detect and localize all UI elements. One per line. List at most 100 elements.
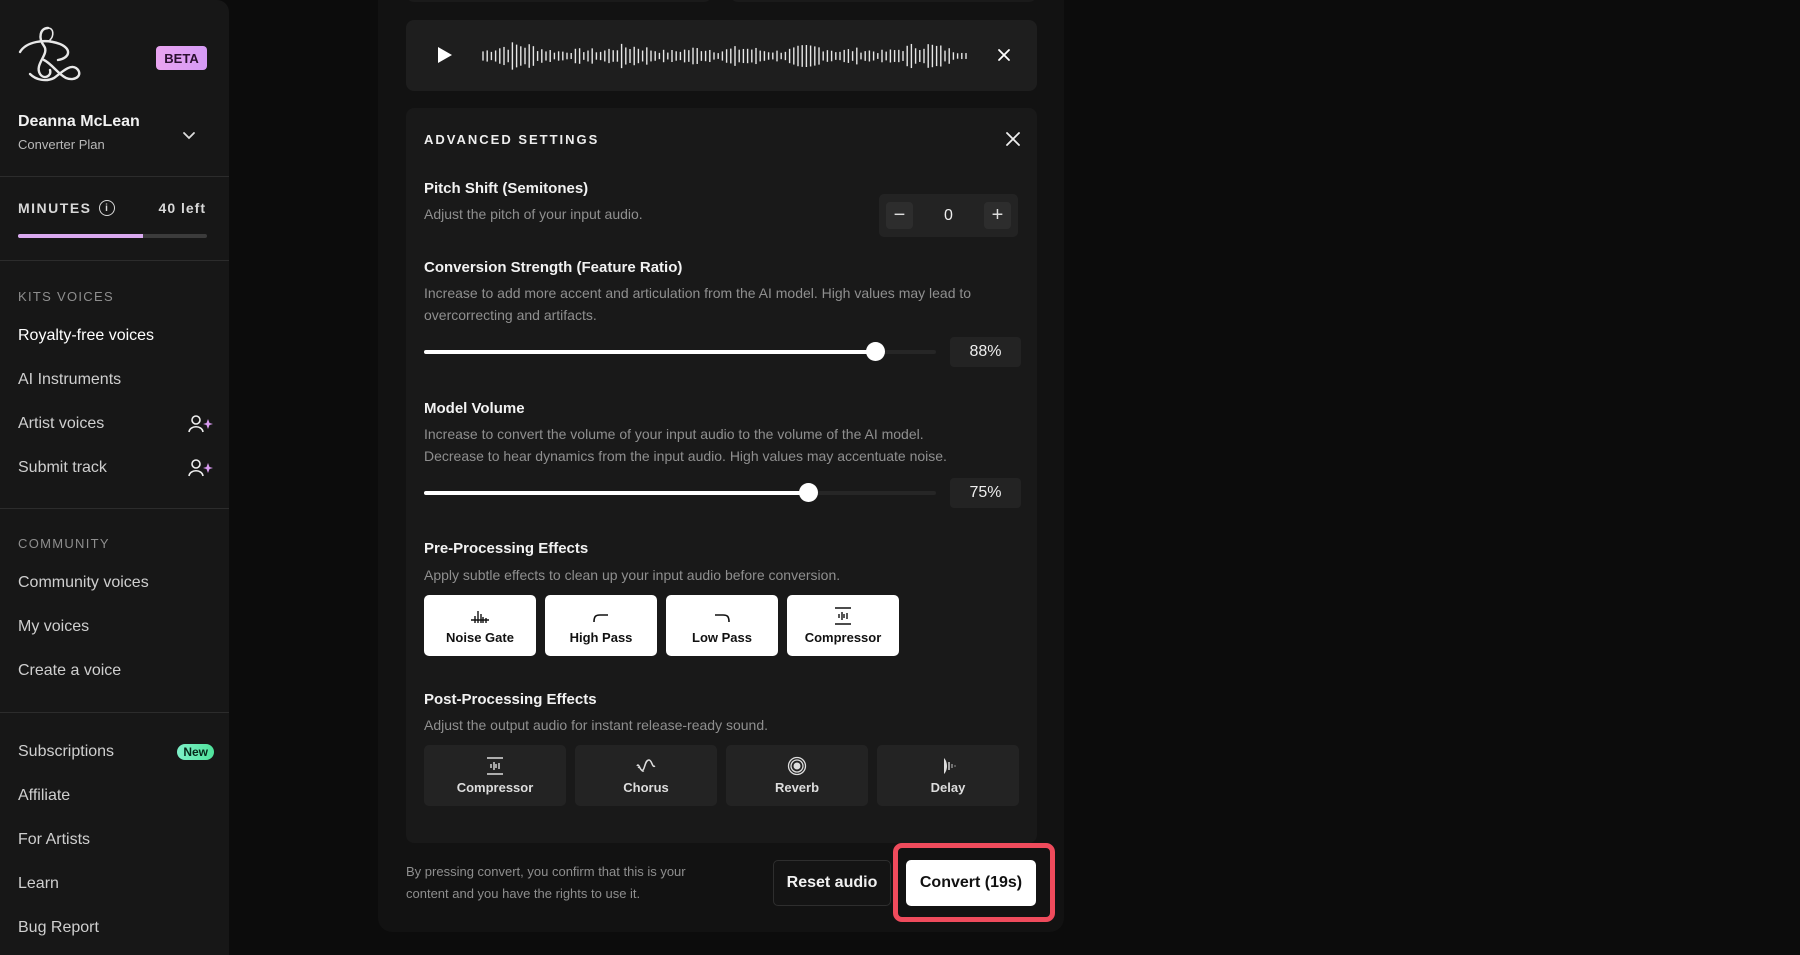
sidebar-item-label: Create a voice xyxy=(18,662,122,679)
pitch-shift-stepper: − 0 + xyxy=(879,194,1018,237)
effect-delay-button[interactable]: Delay xyxy=(877,745,1019,806)
slider-thumb[interactable] xyxy=(865,342,885,361)
upload-card-partial xyxy=(730,0,1037,2)
section-label-community: COMMUNITY xyxy=(18,536,110,551)
post-processing-desc: Adjust the output audio for instant rele… xyxy=(424,717,768,733)
divider xyxy=(0,260,229,261)
info-icon[interactable]: i xyxy=(98,200,115,216)
sidebar: BETA Deanna McLean Converter Plan MINUTE… xyxy=(0,0,229,955)
reset-audio-button[interactable]: Reset audio xyxy=(773,860,891,906)
noise-gate-icon xyxy=(471,611,489,623)
sidebar-item-label: AI Instruments xyxy=(18,371,122,388)
pitch-shift-title: Pitch Shift (Semitones) xyxy=(424,180,589,197)
effect-high-pass-button[interactable]: High Pass xyxy=(545,595,657,656)
sidebar-item-artist-voices[interactable]: Artist voices xyxy=(18,410,214,438)
converter-panel: ADVANCED SETTINGS Pitch Shift (Semitones… xyxy=(378,0,1064,932)
sidebar-item-for-artists[interactable]: For Artists xyxy=(18,826,214,854)
rights-disclaimer: By pressing convert, you confirm that th… xyxy=(406,864,686,901)
sidebar-item-affiliate[interactable]: Affiliate xyxy=(18,782,214,810)
reverb-icon xyxy=(787,756,807,776)
pre-processing-effects: Noise Gate High Pass Low Pass Compressor xyxy=(424,595,899,656)
effect-label: High Pass xyxy=(569,630,633,645)
sidebar-item-royalty-free-voices[interactable]: Royalty-free voices xyxy=(18,322,214,350)
audio-player xyxy=(406,20,1037,91)
new-badge: New xyxy=(177,744,214,760)
minutes-progress-bar xyxy=(18,234,207,238)
pre-processing-desc: Apply subtle effects to clean up your in… xyxy=(424,567,841,583)
compressor-icon xyxy=(835,607,851,625)
delay-icon xyxy=(944,758,956,774)
chevron-down-icon[interactable] xyxy=(180,126,198,144)
sidebar-item-learn[interactable]: Learn xyxy=(18,870,214,898)
waveform[interactable] xyxy=(481,36,969,76)
effect-reverb-button[interactable]: Reverb xyxy=(726,745,868,806)
model-volume-desc-1: Increase to convert the volume of your i… xyxy=(424,426,924,442)
close-icon[interactable] xyxy=(996,47,1012,63)
sidebar-item-community-voices[interactable]: Community voices xyxy=(18,569,214,597)
compressor-icon xyxy=(487,757,503,775)
minutes-label: MINUTES i xyxy=(18,200,115,216)
slider-thumb[interactable] xyxy=(799,483,818,502)
conversion-strength-title: Conversion Strength (Feature Ratio) xyxy=(424,259,683,276)
play-icon[interactable] xyxy=(434,45,454,65)
sidebar-item-my-voices[interactable]: My voices xyxy=(18,613,214,641)
effect-label: Delay xyxy=(930,780,966,795)
section-label-kits-voices: KITS VOICES xyxy=(18,289,114,304)
sidebar-item-label: Royalty-free voices xyxy=(18,327,155,344)
conversion-strength-value[interactable]: 88% xyxy=(950,337,1021,367)
sidebar-item-submit-track[interactable]: Submit track xyxy=(18,454,214,482)
low-pass-icon xyxy=(715,614,730,623)
sidebar-item-label: Community voices xyxy=(18,574,149,591)
beta-badge: BETA xyxy=(156,46,207,70)
effect-compressor-button[interactable]: Compressor xyxy=(787,595,899,656)
effect-label: Compressor xyxy=(456,780,534,795)
user-plan: Converter Plan xyxy=(18,137,105,152)
pitch-shift-value[interactable]: 0 xyxy=(944,207,953,225)
effect-label: Noise Gate xyxy=(446,630,514,645)
pre-processing-title: Pre-Processing Effects xyxy=(424,540,589,557)
sidebar-item-label: My voices xyxy=(18,618,90,635)
sidebar-item-bug-report[interactable]: Bug Report xyxy=(18,914,214,942)
conversion-strength-desc: Increase to add more accent and articula… xyxy=(424,285,972,323)
model-volume-title: Model Volume xyxy=(424,400,525,417)
effect-compressor-button[interactable]: Compressor xyxy=(424,745,566,806)
slider-fill xyxy=(424,491,808,495)
sidebar-item-ai-instruments[interactable]: AI Instruments xyxy=(18,366,214,394)
convert-button[interactable]: Convert (19s) xyxy=(906,860,1036,906)
divider xyxy=(0,712,229,713)
sidebar-item-label: Bug Report xyxy=(18,919,99,936)
effect-noise-gate-button[interactable]: Noise Gate xyxy=(424,595,536,656)
effect-label: Reverb xyxy=(774,780,820,795)
user-name[interactable]: Deanna McLean xyxy=(18,113,140,131)
sidebar-item-label: Subscriptions xyxy=(18,743,115,760)
effect-label: Chorus xyxy=(623,780,669,795)
chorus-icon xyxy=(636,759,656,772)
effect-low-pass-button[interactable]: Low Pass xyxy=(666,595,778,656)
divider xyxy=(0,508,229,509)
post-processing-effects: Compressor Chorus Reverb Delay xyxy=(424,745,1019,806)
effect-label: Compressor xyxy=(804,630,882,645)
minutes-left: 40 left xyxy=(158,200,206,216)
decrement-button[interactable]: − xyxy=(886,202,913,229)
slider-fill xyxy=(424,350,875,354)
sidebar-item-create-a-voice[interactable]: Create a voice xyxy=(18,657,214,685)
sidebar-item-label: Artist voices xyxy=(18,415,105,432)
sidebar-item-subscriptions[interactable]: Subscriptions New xyxy=(18,738,214,766)
model-volume-value[interactable]: 75% xyxy=(950,478,1021,508)
model-volume-slider[interactable] xyxy=(424,483,936,502)
effect-chorus-button[interactable]: Chorus xyxy=(575,745,717,806)
post-processing-title: Post-Processing Effects xyxy=(424,691,597,708)
model-volume-desc-2: Decrease to hear dynamics from the input… xyxy=(424,448,947,464)
effect-label: Low Pass xyxy=(692,630,752,645)
high-pass-icon xyxy=(593,614,608,623)
close-icon[interactable] xyxy=(1004,130,1022,148)
increment-button[interactable]: + xyxy=(984,202,1011,229)
minutes-progress-fill xyxy=(18,234,143,238)
minutes-label-text: MINUTES xyxy=(18,200,92,216)
sidebar-item-label: For Artists xyxy=(18,831,91,848)
kits-logo-icon[interactable] xyxy=(14,24,84,88)
conversion-strength-slider[interactable] xyxy=(424,342,936,361)
user-plus-sparkle-icon xyxy=(188,459,213,477)
user-plus-sparkle-icon xyxy=(188,415,213,433)
upload-card-partial xyxy=(406,0,712,2)
